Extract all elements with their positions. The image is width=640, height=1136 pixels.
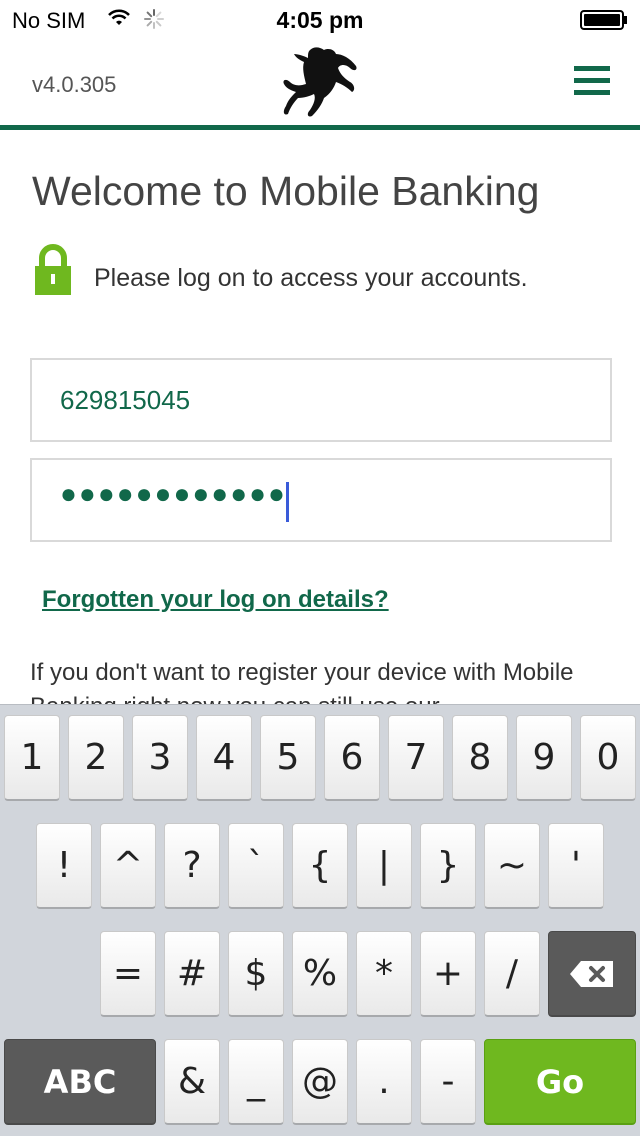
- key-4[interactable]: 4: [196, 715, 252, 801]
- key-left-brace[interactable]: {: [292, 823, 348, 909]
- key-apostrophe[interactable]: ': [548, 823, 604, 909]
- page-title: Welcome to Mobile Banking: [32, 168, 540, 214]
- key-right-brace[interactable]: }: [420, 823, 476, 909]
- forgotten-details-link[interactable]: Forgotten your log on details?: [42, 586, 389, 614]
- key-0[interactable]: 0: [580, 715, 636, 801]
- user-id-field[interactable]: 629815045: [30, 358, 612, 442]
- backspace-key[interactable]: [548, 931, 636, 1017]
- text-caret: [286, 482, 289, 522]
- padlock-icon: [35, 244, 71, 295]
- app-header: v4.0.305: [0, 40, 640, 130]
- key-plus[interactable]: +: [420, 931, 476, 1017]
- abc-key[interactable]: ABC: [4, 1039, 156, 1125]
- key-6[interactable]: 6: [324, 715, 380, 801]
- password-field[interactable]: ●●●●●●●●●●●●: [30, 458, 612, 542]
- key-at[interactable]: @: [292, 1039, 348, 1125]
- numeric-symbol-keyboard: 1 2 3 4 5 6 7 8 9 0 ! ^ ? ` { | } ~ ' = …: [0, 704, 640, 1136]
- hamburger-menu-icon[interactable]: [574, 66, 610, 98]
- key-ampersand[interactable]: &: [164, 1039, 220, 1125]
- key-dollar[interactable]: $: [228, 931, 284, 1017]
- key-percent[interactable]: %: [292, 931, 348, 1017]
- password-masked-value: ●●●●●●●●●●●●: [60, 478, 287, 509]
- key-slash[interactable]: /: [484, 931, 540, 1017]
- key-9[interactable]: 9: [516, 715, 572, 801]
- key-question[interactable]: ?: [164, 823, 220, 909]
- user-id-value: 629815045: [60, 385, 191, 415]
- key-hyphen[interactable]: -: [420, 1039, 476, 1125]
- key-backtick[interactable]: `: [228, 823, 284, 909]
- key-5[interactable]: 5: [260, 715, 316, 801]
- key-hash[interactable]: #: [164, 931, 220, 1017]
- key-period[interactable]: .: [356, 1039, 412, 1125]
- key-1[interactable]: 1: [4, 715, 60, 801]
- key-8[interactable]: 8: [452, 715, 508, 801]
- key-pipe[interactable]: |: [356, 823, 412, 909]
- go-key[interactable]: Go: [484, 1039, 636, 1125]
- key-2[interactable]: 2: [68, 715, 124, 801]
- key-equals[interactable]: =: [100, 931, 156, 1017]
- black-horse-logo-icon: [283, 47, 357, 117]
- key-caret[interactable]: ^: [100, 823, 156, 909]
- key-underscore[interactable]: _: [228, 1039, 284, 1125]
- key-3[interactable]: 3: [132, 715, 188, 801]
- app-version: v4.0.305: [32, 72, 117, 97]
- key-exclamation[interactable]: !: [36, 823, 92, 909]
- status-bar: No SIM 4:05 pm: [0, 0, 640, 40]
- status-time: 4:05 pm: [276, 7, 364, 33]
- battery-icon: [580, 10, 627, 30]
- backspace-icon: [570, 960, 613, 987]
- key-asterisk[interactable]: *: [356, 931, 412, 1017]
- key-7[interactable]: 7: [388, 715, 444, 801]
- login-prompt: Please log on to access your accounts.: [94, 264, 528, 292]
- key-tilde[interactable]: ~: [484, 823, 540, 909]
